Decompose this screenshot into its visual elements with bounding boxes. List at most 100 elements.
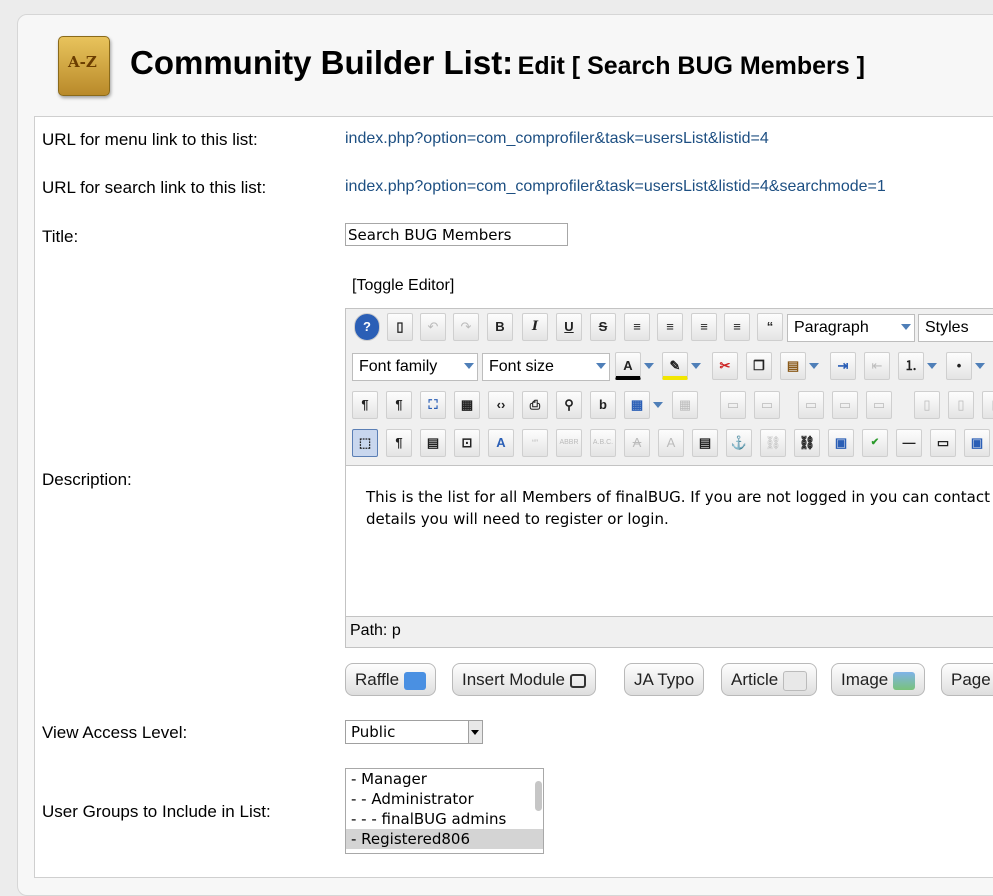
attributes-icon[interactable]: ▤ (692, 429, 718, 457)
non-breaking-icon[interactable]: ⊡ (454, 429, 480, 457)
title-input[interactable]: Search BUG Members (345, 223, 568, 246)
horizontal-rule-icon[interactable]: — (896, 429, 922, 457)
col-after-icon[interactable]: ▯ (948, 391, 974, 419)
delete-text-icon[interactable]: A (624, 429, 650, 457)
user-group-option[interactable]: - Manager (346, 769, 543, 789)
numbered-list-dropdown[interactable] (926, 352, 938, 380)
editor-content-area[interactable]: This is the list for all Members of fina… (346, 465, 993, 617)
underline-icon[interactable]: U (556, 313, 582, 341)
table-dropdown[interactable] (652, 391, 664, 419)
delete-row-icon[interactable]: ▭ (866, 391, 892, 419)
styles-select[interactable]: Styles (918, 314, 993, 342)
title-label: Title: (42, 227, 79, 246)
delete-table-icon[interactable]: ▦ (672, 391, 698, 419)
insert-text-icon[interactable]: A (658, 429, 684, 457)
font-family-select[interactable]: Font family (352, 353, 478, 381)
abbr-icon[interactable]: ABBR (556, 429, 582, 457)
ltr-icon[interactable]: ¶ (352, 391, 378, 419)
format-select[interactable]: Paragraph (787, 314, 915, 342)
template-icon[interactable]: ▤ (420, 429, 446, 457)
layer-icon[interactable]: ▭ (930, 429, 956, 457)
outdent-icon[interactable]: ⇤ (864, 352, 890, 380)
insert-row-after-icon[interactable]: ▭ (832, 391, 858, 419)
undo-icon[interactable]: ↶ (420, 313, 446, 341)
row-after-icon[interactable]: ▭ (754, 391, 780, 419)
menu-url-value: index.php?option=com_comprofiler&task=us… (345, 130, 769, 147)
show-blocks-icon[interactable]: ¶ (386, 429, 412, 457)
editor-path: Path: p (350, 622, 401, 640)
justify-icon[interactable]: ≡ (624, 313, 650, 341)
article-button[interactable]: Article (721, 663, 818, 696)
highlight-icon[interactable]: ✎ (662, 352, 688, 380)
copy-icon[interactable]: ❐ (746, 352, 772, 380)
ja-typo-button[interactable]: JA Typo (624, 663, 705, 696)
list-scrollbar[interactable] (535, 781, 542, 811)
fullscreen-icon[interactable]: ⛶ (420, 391, 446, 419)
path-label: Path: (350, 622, 388, 639)
print-icon[interactable]: ⎙ (522, 391, 548, 419)
acronym-icon[interactable]: A.B.C. (590, 429, 616, 457)
image-icon[interactable]: ▣ (828, 429, 854, 457)
cite-icon[interactable]: “” (522, 429, 548, 457)
insert-module-button[interactable]: Insert Module (452, 663, 596, 696)
visual-aid-icon[interactable]: ⬚ (352, 429, 378, 457)
redo-icon[interactable]: ↷ (453, 313, 479, 341)
bullet-list-icon[interactable]: • (946, 352, 972, 380)
search-url-value: index.php?option=com_comprofiler&task=us… (345, 178, 886, 195)
page-title-main: Community Builder List: (130, 44, 514, 81)
image-button[interactable]: Image (831, 663, 926, 696)
search-icon[interactable]: ⚲ (556, 391, 582, 419)
paste-dropdown[interactable] (808, 352, 820, 380)
link-icon[interactable]: ⛓ (794, 429, 820, 457)
image-insert-icon (893, 671, 916, 690)
indent-icon[interactable]: ⇥ (830, 352, 856, 380)
menu-url-label: URL for menu link to this list: (42, 130, 258, 149)
bullet-list-dropdown[interactable] (974, 352, 986, 380)
font-size-select[interactable]: Font size (482, 353, 610, 381)
user-groups-label: User Groups to Include in List: (42, 802, 271, 821)
row-before-icon[interactable]: ▭ (720, 391, 746, 419)
align-right-icon[interactable]: ≡ (724, 313, 750, 341)
numbered-list-icon[interactable]: ⒈ (898, 352, 924, 380)
text-color-dropdown[interactable] (643, 352, 655, 380)
search-url-label: URL for search link to this list: (42, 178, 267, 197)
text-color-icon[interactable]: A (615, 352, 641, 380)
align-center-icon[interactable]: ≡ (657, 313, 683, 341)
delete-col-icon[interactable]: ▯ (982, 391, 993, 419)
user-groups-list[interactable]: - Manager - - Administrator - - - finalB… (345, 768, 544, 854)
user-group-option[interactable]: - - Administrator (346, 789, 543, 809)
user-group-option-selected[interactable]: - Registered806 (346, 829, 543, 849)
raffle-button[interactable]: Raffle (345, 663, 437, 696)
style-icon[interactable]: A (488, 429, 514, 457)
description-text: This is the list for all Members of fina… (366, 488, 990, 528)
strikethrough-icon[interactable]: S (590, 313, 616, 341)
bold-icon[interactable]: B (487, 313, 513, 341)
rtl-icon[interactable]: ¶ (386, 391, 412, 419)
article-icon (783, 670, 808, 691)
table-icon[interactable]: ▦ (624, 391, 650, 419)
path-value[interactable]: p (392, 622, 401, 639)
highlight-dropdown[interactable] (690, 352, 702, 380)
user-group-option[interactable]: - - - finalBUG admins (346, 809, 543, 829)
italic-icon[interactable]: I (522, 313, 548, 341)
paste-icon[interactable]: ▤ (780, 352, 806, 380)
new-document-icon[interactable]: ▯ (387, 313, 413, 341)
cut-icon[interactable]: ✂ (712, 352, 738, 380)
col-before-icon[interactable]: ▯ (914, 391, 940, 419)
toggle-editor-link[interactable]: [Toggle Editor] (352, 277, 454, 295)
view-access-select[interactable]: Public (345, 720, 483, 744)
view-access-label: View Access Level: (42, 723, 188, 742)
help-icon[interactable]: ? (354, 313, 380, 341)
preview-icon[interactable]: ▦ (454, 391, 480, 419)
page-title: Community Builder List: Edit [ Search BU… (130, 44, 865, 82)
code-icon[interactable]: ‹› (488, 391, 514, 419)
insert-row-icon[interactable]: ▭ (798, 391, 824, 419)
unlink-icon[interactable]: ⛓ (760, 429, 786, 457)
page-break-button[interactable]: Page (941, 663, 993, 696)
anchor-icon[interactable]: ⚓ (726, 429, 752, 457)
blockquote-icon[interactable]: “ (757, 313, 783, 341)
spellcheck-icon[interactable]: ✔ (862, 429, 888, 457)
align-left-icon[interactable]: ≡ (691, 313, 717, 341)
media-icon[interactable]: ▣ (964, 429, 990, 457)
replace-icon[interactable]: b (590, 391, 616, 419)
